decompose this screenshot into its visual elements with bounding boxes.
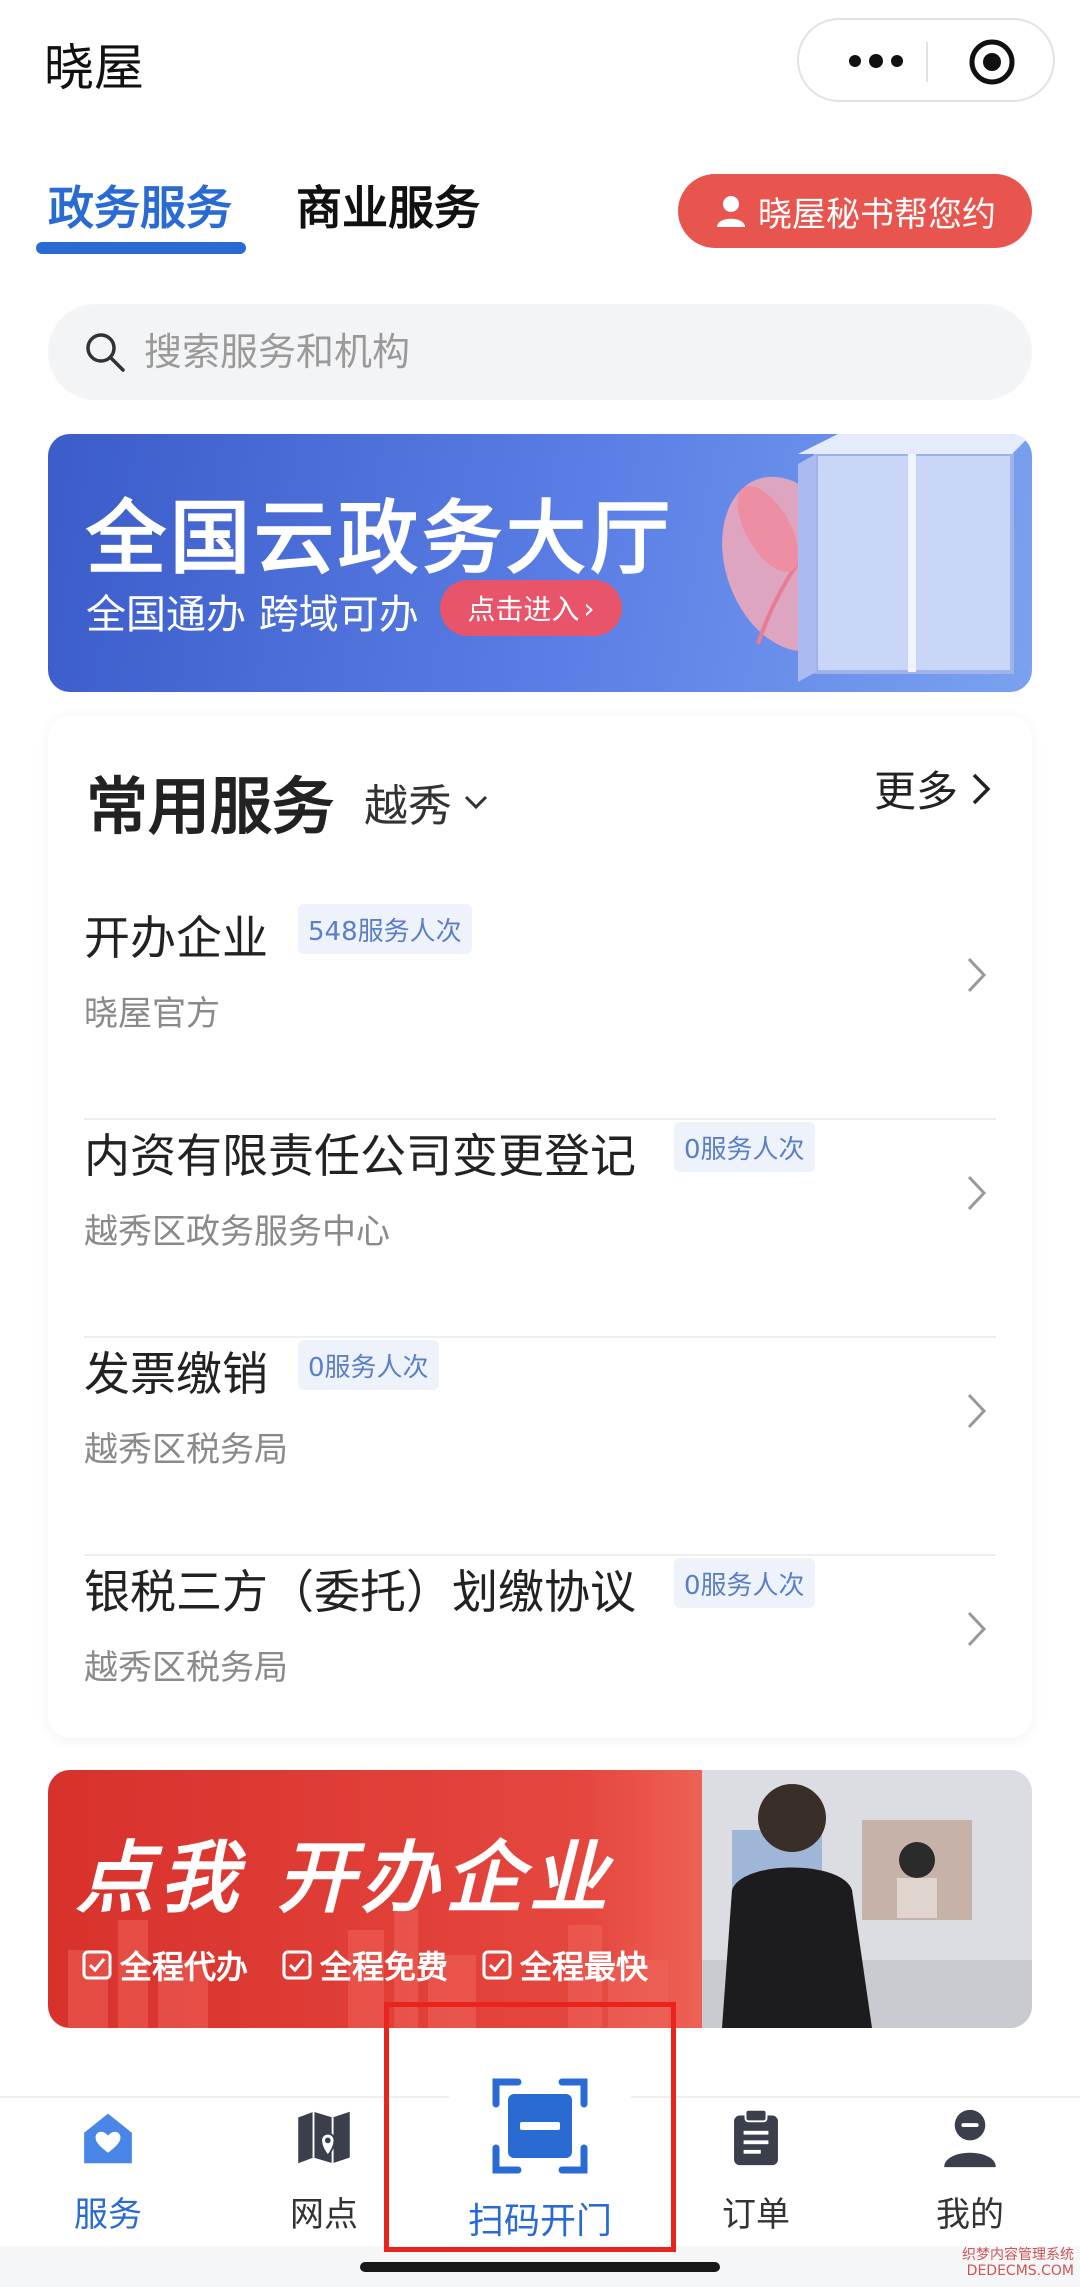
location-label: 越秀 (364, 781, 452, 832)
feature-item: 全程最快 (482, 1942, 648, 1988)
service-org: 越秀区税务局 (84, 1430, 288, 1470)
person-icon (717, 196, 745, 227)
feature-label: 全程最快 (520, 1948, 649, 1986)
nav-label: 我的 (936, 2195, 1004, 2235)
nav-label: 订单 (722, 2195, 790, 2235)
watermark-line: 织梦内容管理系统 (962, 2247, 1074, 2263)
banner-cta-label: 点击进入 (467, 593, 580, 626)
service-org: 越秀区政务服务中心 (84, 1212, 390, 1252)
service-name: 内资有限责任公司变更登记 (84, 1129, 636, 1183)
chevron-down-icon (464, 795, 488, 810)
service-count-badge: 0服务人次 (674, 1558, 815, 1608)
checkbox-icon (82, 1950, 112, 1980)
feature-item: 全程免费 (282, 1942, 448, 1988)
nav-item-scan-open-door[interactable]: 扫码开门 (440, 2074, 640, 2244)
office-photo-illustration (702, 1770, 1032, 2028)
feature-list: 全程代办 全程免费 全程最快 (82, 1942, 648, 1988)
home-indicator[interactable] (360, 2262, 720, 2272)
service-count-badge: 0服务人次 (674, 1122, 815, 1172)
checkbox-icon (482, 1950, 512, 1980)
nav-item-orders[interactable]: 订单 (686, 2106, 826, 2236)
more-label: 更多 (873, 767, 958, 816)
miniapp-capsule (797, 18, 1055, 102)
banner-subtitle: 全国通办 跨域可办 (86, 592, 419, 638)
secretary-button-label: 晓屋秘书帮您约 (758, 194, 996, 235)
service-item-open-business[interactable]: 开办企业 548服务人次 晓屋官方 (84, 902, 996, 1120)
search-bar[interactable] (48, 304, 1032, 400)
top-bar: 晓屋 (0, 0, 1080, 120)
chevron-right-icon (967, 1175, 987, 1211)
capsule-divider (926, 42, 928, 82)
nav-label: 扫码开门 (467, 2201, 612, 2242)
active-tab-indicator (36, 242, 246, 254)
user-icon (944, 2109, 996, 2168)
service-name: 银税三方（委托）划缴协议 (84, 1565, 636, 1619)
scan-icon (492, 2078, 588, 2174)
document-box-illustration (722, 434, 1032, 682)
feature-label: 全程代办 (120, 1948, 249, 1986)
location-selector[interactable]: 越秀 (364, 770, 492, 834)
chevron-right-icon (967, 1611, 987, 1647)
national-cloud-hall-banner[interactable]: 全国云政务大厅 全国通办 跨域可办 点击进入 › (48, 434, 1032, 692)
service-item-company-change[interactable]: 内资有限责任公司变更登记 0服务人次 越秀区政务服务中心 (84, 1120, 996, 1338)
nav-item-profile[interactable]: 我的 (900, 2106, 1040, 2236)
map-pin-icon (298, 2111, 350, 2164)
feature-item: 全程代办 (82, 1942, 248, 1988)
service-count-badge: 0服务人次 (298, 1340, 439, 1390)
more-dots-icon[interactable] (835, 20, 925, 100)
service-item-invoice-cancel[interactable]: 发票缴销 0服务人次 越秀区税务局 (84, 1338, 996, 1556)
service-org: 越秀区税务局 (84, 1648, 288, 1688)
service-name: 发票缴销 (84, 1347, 268, 1401)
chevron-right-icon (967, 1393, 987, 1429)
chevron-right-icon (972, 773, 991, 804)
open-business-banner[interactable]: 点我 开办企业 全程代办 全程免费 全程最快 (48, 1770, 1032, 2028)
banner-enter-button[interactable]: 点击进入 › (440, 580, 622, 636)
secretary-appointment-button[interactable]: 晓屋秘书帮您约 (678, 174, 1032, 248)
banner-title: 全国云政务大厅 (86, 492, 674, 585)
nav-item-service[interactable]: 服务 (38, 2106, 178, 2236)
feature-label: 全程免费 (320, 1948, 449, 1986)
banner-cta-arrow: › (583, 591, 595, 625)
checkbox-icon (282, 1950, 312, 1980)
nav-item-outlets[interactable]: 网点 (254, 2106, 394, 2236)
nav-label: 网点 (290, 2195, 358, 2235)
service-item-tax-agreement[interactable]: 银税三方（委托）划缴协议 0服务人次 越秀区税务局 (84, 1556, 996, 1774)
app-title: 晓屋 (44, 39, 144, 97)
common-services-title: 常用服务 (86, 770, 335, 843)
more-services-link[interactable]: 更多 (874, 758, 994, 819)
service-count-badge: 548服务人次 (298, 904, 472, 954)
common-services-card: 常用服务 越秀 更多 开办企业 548服务人次 晓屋官方 内资有限责任公司变更登… (48, 716, 1032, 1738)
banner-title: 点我 开办企业 (76, 1834, 614, 1924)
home-service-icon (84, 2113, 132, 2164)
search-icon (86, 333, 125, 372)
watermark-line: DEDECMS.COM (966, 2263, 1074, 2279)
tab-government-services[interactable]: 政务服务 (48, 172, 232, 238)
service-org: 晓屋官方 (84, 994, 220, 1034)
nav-label: 服务 (74, 2195, 142, 2235)
service-name: 开办企业 (84, 911, 268, 965)
watermark: 织梦内容管理系统 DEDECMS.COM (962, 2247, 1074, 2279)
miniapp-close-icon[interactable] (967, 37, 1017, 87)
tab-business-services[interactable]: 商业服务 (296, 172, 480, 238)
clipboard-icon (734, 2108, 778, 2166)
search-input[interactable] (144, 330, 944, 374)
chevron-right-icon (967, 957, 987, 993)
